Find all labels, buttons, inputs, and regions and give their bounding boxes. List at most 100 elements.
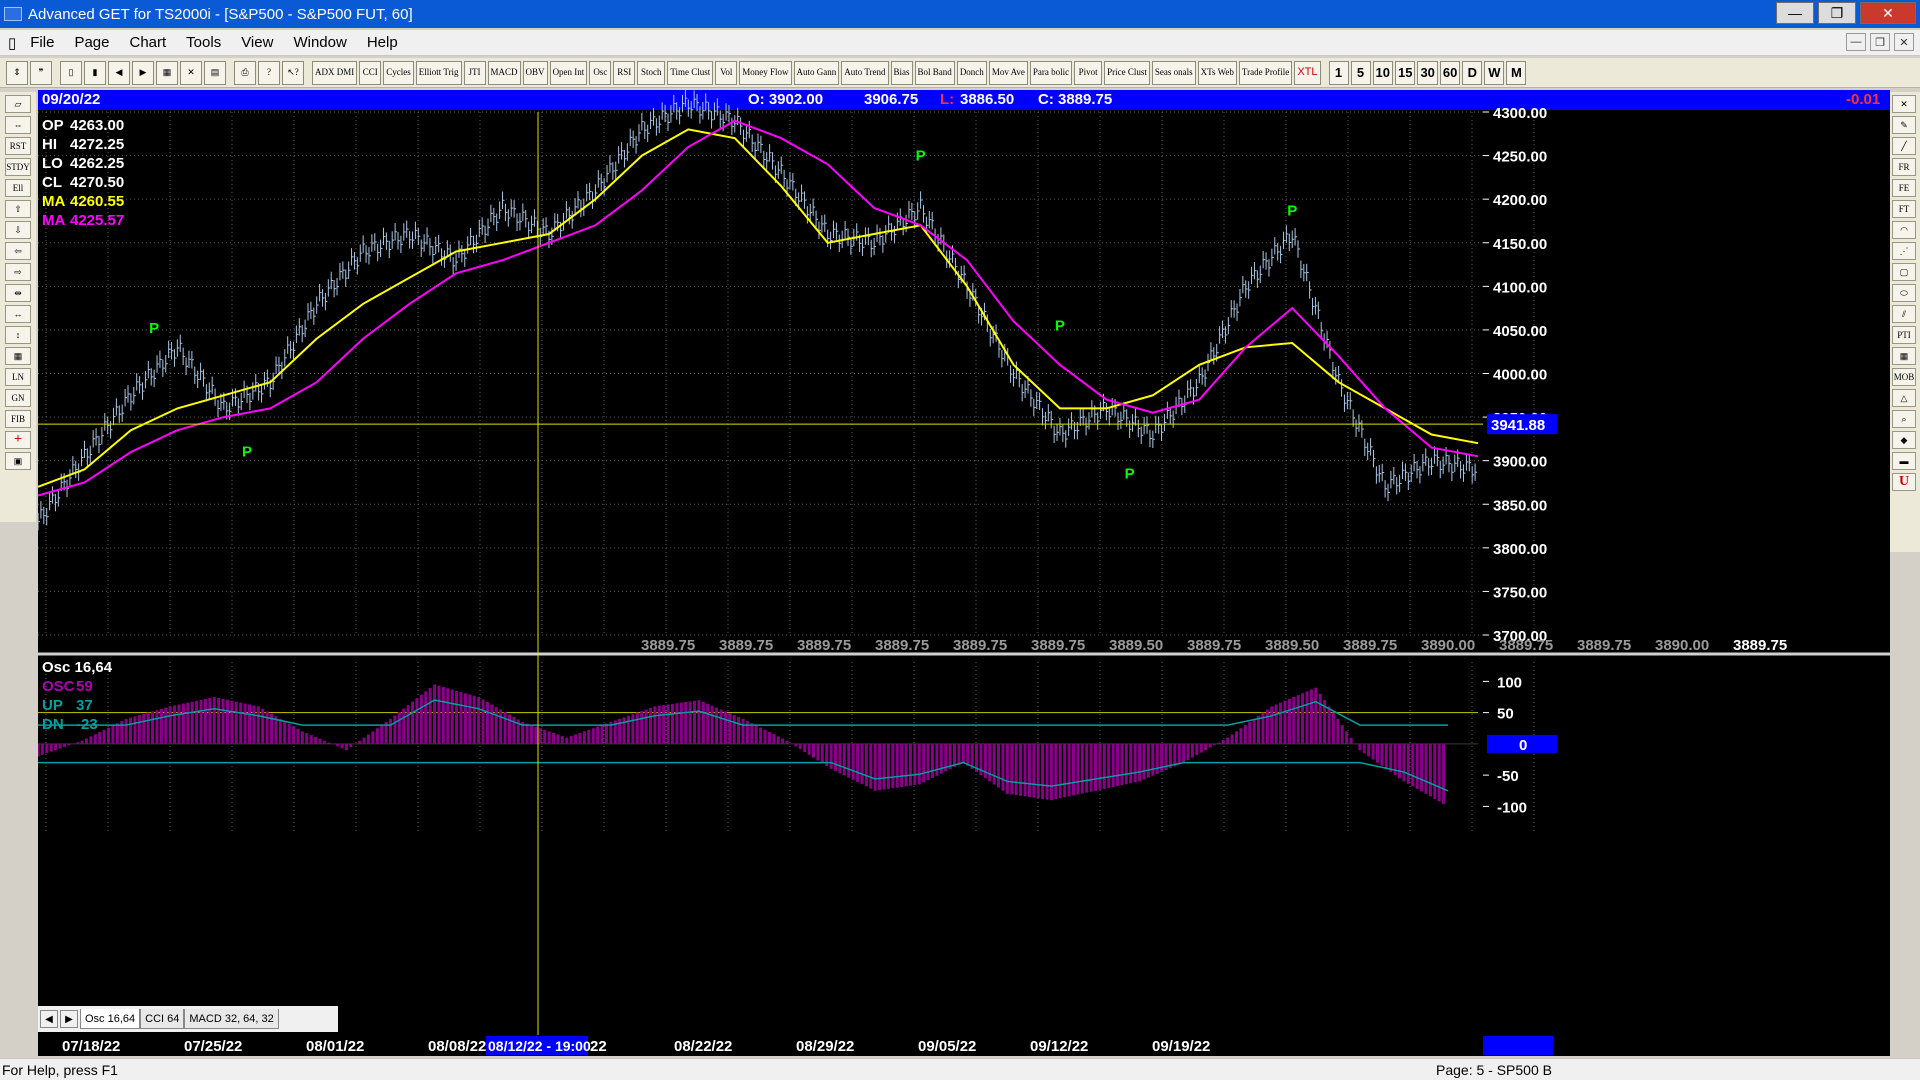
- study-button-obv[interactable]: OBV: [522, 60, 548, 85]
- elliott-icon[interactable]: Ell: [5, 179, 31, 197]
- compress-icon[interactable]: ↔: [5, 305, 31, 323]
- menu-page[interactable]: Page: [64, 34, 119, 51]
- new-page-icon[interactable]: ▯: [60, 60, 82, 85]
- ellipse-icon[interactable]: ⬭: [1892, 284, 1916, 302]
- grid-icon[interactable]: ▦: [156, 60, 178, 85]
- chart-window[interactable]: 09/20/22 O: 3902.00 3906.75 L: 3886.50 C…: [38, 90, 1890, 1056]
- mdi-minimize-icon[interactable]: —: [1846, 33, 1866, 51]
- maximize-button[interactable]: ❐: [1818, 2, 1856, 24]
- menu-chart[interactable]: Chart: [119, 34, 176, 51]
- trendline-icon[interactable]: ╱: [1892, 137, 1916, 155]
- arc-icon[interactable]: ◠: [1892, 221, 1916, 239]
- price-chart[interactable]: 4300.00 4250.00 4200.00 4150.00 4100.00 4050.…: [38, 90, 1890, 1035]
- layout-icon[interactable]: ▤: [204, 60, 226, 85]
- arrow-down-icon[interactable]: ⇩: [5, 221, 31, 239]
- study-button-money-flow[interactable]: Money Flow: [739, 60, 792, 85]
- fib-time-icon[interactable]: FT: [1892, 200, 1916, 218]
- fib-icon[interactable]: FIB: [5, 410, 31, 428]
- study-button-rsi[interactable]: RSI: [613, 60, 636, 85]
- ruler-icon[interactable]: ▬: [1892, 452, 1916, 470]
- fib-retrace-icon[interactable]: FR: [1892, 158, 1916, 176]
- study-button-price-clust[interactable]: Price Clust: [1104, 60, 1150, 85]
- study-button-vol[interactable]: Vol: [715, 60, 738, 85]
- expand-bars-icon[interactable]: ⇹: [5, 284, 31, 302]
- menu-file[interactable]: File: [20, 34, 64, 51]
- context-help-icon[interactable]: ↖?: [282, 60, 304, 85]
- study-button-osc[interactable]: Osc: [589, 60, 612, 85]
- study-button-pivot[interactable]: Pivot: [1074, 60, 1103, 85]
- interval-button-30[interactable]: 30: [1417, 60, 1438, 85]
- tab-scroll-right-icon[interactable]: ▶: [60, 1010, 78, 1028]
- study-button-open-int[interactable]: Open Int: [549, 60, 588, 85]
- fib-ext-icon[interactable]: FE: [1892, 179, 1916, 197]
- copy-page-icon[interactable]: ▮: [84, 60, 106, 85]
- study-button-jti[interactable]: JTI: [463, 60, 486, 85]
- study-button-cycles[interactable]: Cycles: [383, 60, 414, 85]
- vertical-scale-icon[interactable]: ↕: [5, 326, 31, 344]
- interval-button-m[interactable]: M: [1506, 60, 1527, 85]
- zoom-icon[interactable]: ⌕: [1892, 410, 1916, 428]
- arrow-up-icon[interactable]: ⇧: [5, 200, 31, 218]
- box-icon[interactable]: ▢: [1892, 263, 1916, 281]
- save-icon[interactable]: ▣: [5, 452, 31, 470]
- zoom-bars-icon[interactable]: ⇔: [5, 116, 31, 134]
- tab-osc[interactable]: Osc 16,64: [80, 1009, 141, 1029]
- study-button-auto-gann[interactable]: Auto Gann: [793, 60, 840, 85]
- tab-cci[interactable]: CCI 64: [140, 1009, 185, 1029]
- study-button-trade-profile[interactable]: Trade Profile: [1238, 60, 1293, 85]
- interval-button-15[interactable]: 15: [1394, 60, 1416, 85]
- study-button-time-clust[interactable]: Time Clust: [667, 60, 714, 85]
- triangle-icon[interactable]: △: [1892, 389, 1916, 407]
- study-button-cci[interactable]: CCI: [359, 60, 382, 85]
- pencil-icon[interactable]: ✎: [1892, 116, 1916, 134]
- mdi-close-icon[interactable]: ✕: [1894, 33, 1914, 51]
- study-button-auto-trend[interactable]: Auto Trend: [841, 60, 889, 85]
- interval-button-w[interactable]: W: [1484, 60, 1505, 85]
- tab-scroll-left-icon[interactable]: ◀: [40, 1010, 58, 1028]
- study-button-mov-ave[interactable]: Mov Ave: [988, 60, 1028, 85]
- study-button-adx-dmi[interactable]: ADX DMI: [312, 60, 358, 85]
- grid-small-icon[interactable]: ▦: [1892, 347, 1916, 365]
- grid-toggle-icon[interactable]: ▦: [5, 347, 31, 365]
- pointer-icon[interactable]: ⇕: [6, 60, 28, 85]
- lines-icon[interactable]: LN: [5, 368, 31, 386]
- study-button-xts-web[interactable]: XTs Web: [1197, 60, 1237, 85]
- crosshair-icon[interactable]: +: [5, 431, 31, 449]
- mob-icon[interactable]: MOB: [1892, 368, 1916, 386]
- arrow-right-icon[interactable]: ⇨: [5, 263, 31, 281]
- fan-icon[interactable]: ⋰: [1892, 242, 1916, 260]
- channel-icon[interactable]: ⫽: [1892, 305, 1916, 323]
- study-button-seas-onals[interactable]: Seas onals: [1151, 60, 1196, 85]
- study-button-bol-band[interactable]: Bol Band: [914, 60, 955, 85]
- doc-icon[interactable]: ▯: [0, 34, 20, 52]
- study-button-xtl[interactable]: XTL: [1294, 60, 1321, 85]
- menu-view[interactable]: View: [231, 34, 283, 51]
- study-button-elliott-trig[interactable]: Elliott Trig: [415, 60, 462, 85]
- interval-button-d[interactable]: D: [1462, 60, 1483, 85]
- study-icon[interactable]: STDY: [5, 158, 31, 176]
- gann-icon[interactable]: GN: [5, 389, 31, 407]
- back-icon[interactable]: ◀: [108, 60, 130, 85]
- tip-icon[interactable]: ?: [258, 60, 280, 85]
- interval-button-5[interactable]: 5: [1350, 60, 1371, 85]
- open-folder-icon[interactable]: ▱: [5, 95, 31, 113]
- study-button-donch[interactable]: Donch: [956, 60, 987, 85]
- reset-icon[interactable]: RST: [5, 137, 31, 155]
- interval-button-1[interactable]: 1: [1328, 60, 1349, 85]
- forward-icon[interactable]: ▶: [132, 60, 154, 85]
- interval-button-10[interactable]: 10: [1372, 60, 1393, 85]
- arrow-left-icon[interactable]: ⇦: [5, 242, 31, 260]
- study-button-bias[interactable]: Bias: [890, 60, 913, 85]
- magnet-icon[interactable]: U: [1892, 473, 1916, 491]
- cursor-close-icon[interactable]: ✕: [1892, 95, 1916, 113]
- menu-window[interactable]: Window: [283, 34, 356, 51]
- minimize-button[interactable]: —: [1776, 2, 1814, 24]
- study-button-stoch[interactable]: Stoch: [637, 60, 666, 85]
- close-button[interactable]: ✕: [1860, 2, 1916, 24]
- cancel-icon[interactable]: ✕: [180, 60, 202, 85]
- interval-button-60[interactable]: 60: [1439, 60, 1461, 85]
- mdi-restore-icon[interactable]: ❐: [1870, 33, 1890, 51]
- pti-icon[interactable]: PTI: [1892, 326, 1916, 344]
- paint-icon[interactable]: ◆: [1892, 431, 1916, 449]
- menu-tools[interactable]: Tools: [176, 34, 231, 51]
